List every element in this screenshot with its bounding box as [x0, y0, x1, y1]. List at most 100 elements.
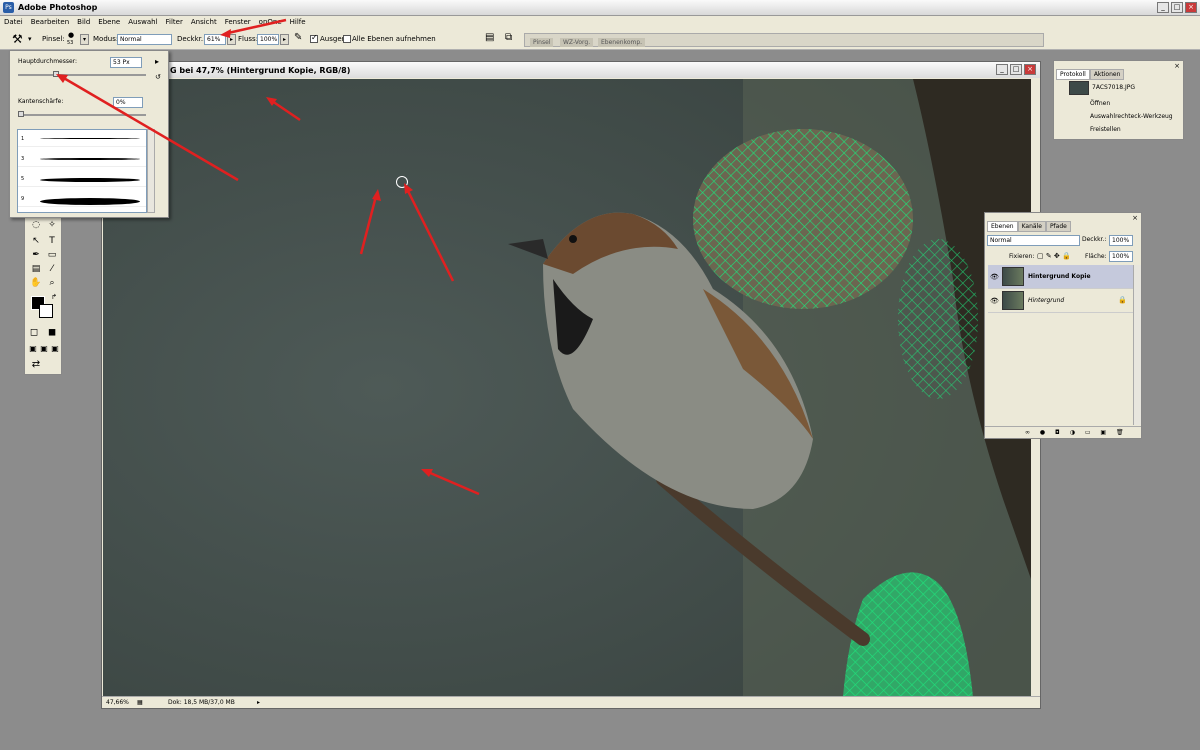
lock-icons[interactable]: ▢ ✎ ✥ 🔒 — [1037, 252, 1071, 260]
reset-size-icon[interactable]: ↺ — [155, 73, 161, 81]
well-tab-pinsel[interactable]: Pinsel — [530, 38, 554, 47]
menu-auswahl[interactable]: Auswahl — [128, 18, 157, 26]
app-title: Adobe Photoshop — [18, 3, 98, 12]
fluss-slider-button[interactable]: ▸ — [280, 34, 289, 45]
standard-mode-icon[interactable]: ◻ — [27, 326, 41, 340]
background-color-swatch[interactable] — [39, 304, 53, 318]
notes-tool-icon[interactable]: ▤ — [29, 262, 43, 276]
eye-icon[interactable]: 👁 — [990, 273, 999, 281]
tab-kanaele[interactable]: Kanäle — [1017, 221, 1046, 232]
path-selection-tool-icon[interactable]: ↖ — [29, 234, 43, 248]
tab-ebenen[interactable]: Ebenen — [987, 221, 1018, 232]
document-titlebar: G bei 47,7% (Hintergrund Kopie, RGB/8) _… — [102, 62, 1040, 78]
history-close-icon[interactable]: × — [1174, 62, 1180, 70]
tool-preset-chevron-icon[interactable]: ▾ — [28, 35, 32, 43]
diameter-slider-track[interactable] — [18, 74, 146, 76]
diameter-slider-knob[interactable] — [53, 71, 60, 77]
brush-preset-row[interactable]: 1 — [18, 132, 146, 147]
hardness-field[interactable]: 0% — [113, 97, 143, 108]
menu-bar: Datei Bearbeiten Bild Ebene Auswahl Filt… — [0, 16, 1200, 28]
layers-panel: Ebenen Kanäle Pfade × Normal Deckkr.: 10… — [984, 212, 1142, 439]
menu-datei[interactable]: Datei — [4, 18, 23, 26]
panel-menu-arrow-icon[interactable]: ▸ — [155, 57, 159, 66]
menu-ansicht[interactable]: Ansicht — [191, 18, 217, 26]
layer-thumbnail — [1002, 291, 1024, 310]
flaeche-field[interactable]: 100% — [1109, 251, 1133, 262]
menu-hilfe[interactable]: Hilfe — [290, 18, 306, 26]
hand-tool-icon[interactable]: ✋ — [29, 276, 43, 290]
blend-mode-select[interactable]: Normal — [987, 235, 1080, 246]
alle-ebenen-checkbox[interactable] — [343, 35, 351, 43]
brush-preset-row[interactable]: 9 — [18, 192, 146, 207]
layers-close-icon[interactable]: × — [1132, 214, 1138, 222]
maximize-button[interactable]: □ — [1171, 2, 1183, 13]
menu-bild[interactable]: Bild — [77, 18, 90, 26]
minimize-button[interactable]: _ — [1157, 2, 1169, 13]
menu-filter[interactable]: Filter — [166, 18, 183, 26]
text-tool-icon[interactable]: T — [45, 234, 59, 248]
tab-aktionen[interactable]: Aktionen — [1089, 69, 1125, 80]
hardness-slider-track[interactable] — [18, 114, 146, 116]
document-title: G bei 47,7% (Hintergrund Kopie, RGB/8) — [170, 66, 351, 75]
fluss-field[interactable]: 100% — [257, 34, 279, 45]
brush-list-scrollbar[interactable] — [147, 129, 155, 213]
eyedropper-tool-icon[interactable]: ⁄ — [45, 262, 59, 276]
status-icon[interactable]: ▦ — [137, 699, 143, 706]
tab-protokoll[interactable]: Protokoll — [1056, 69, 1090, 80]
hardness-slider-knob[interactable] — [18, 111, 24, 117]
quick-mask-icon[interactable]: ◼ — [45, 326, 59, 340]
doc-maximize-button[interactable]: □ — [1010, 64, 1022, 75]
brush-preset-row[interactable]: 3 — [18, 152, 146, 167]
layers-footer-icons[interactable]: ∞ ● ◘ ◑ ▭ ▣ 🗑 — [985, 426, 1141, 438]
menu-bearbeiten[interactable]: Bearbeiten — [31, 18, 69, 26]
magic-wand-tool-icon[interactable]: ✧ — [45, 218, 59, 232]
well-tab-ebenenkomp[interactable]: Ebenenkomp. — [598, 38, 646, 47]
well-tab-wz-vorg[interactable]: WZ-Vorg. — [560, 38, 594, 47]
brush-picker-button[interactable]: ▾ — [80, 34, 89, 45]
rectangle-tool-icon[interactable]: ▭ — [45, 248, 59, 262]
eye-icon[interactable]: 👁 — [990, 297, 999, 305]
menu-onone[interactable]: onOne — [259, 18, 282, 26]
lock-icon: 🔒 — [1118, 296, 1127, 304]
flaeche-label: Fläche: — [1085, 253, 1107, 260]
layers-scrollbar[interactable] — [1133, 265, 1141, 425]
lasso-tool-icon[interactable]: ◌ — [29, 218, 43, 232]
close-button[interactable]: × — [1185, 2, 1197, 13]
status-menu-arrow-icon[interactable]: ▸ — [257, 699, 260, 706]
status-bar: 47,66% ▦ Dok: 18,5 MB/37,0 MB ▸ — [102, 696, 1040, 708]
screen-mode-3-icon[interactable]: ▣ — [48, 342, 62, 356]
ausger-checkbox[interactable] — [310, 33, 318, 43]
clone-stamp-icon[interactable]: ⚒ — [12, 32, 23, 46]
swap-colors-icon[interactable]: ↱ — [47, 290, 61, 304]
imageready-jump-icon[interactable]: ⇄ — [29, 358, 43, 372]
layer-row-hintergrund[interactable]: 👁 Hintergrund 🔒 — [988, 289, 1136, 313]
history-snapshot[interactable]: 7ACS7018.JPG — [1092, 82, 1200, 94]
doc-close-button[interactable]: × — [1024, 64, 1036, 75]
deckkr-slider-button[interactable]: ▸ — [227, 34, 236, 45]
modus-select[interactable]: Normal — [117, 34, 172, 45]
history-item[interactable]: Freistellen — [1090, 124, 1200, 136]
file-browser-icon[interactable]: ▤ — [485, 32, 494, 43]
airbrush-icon[interactable]: ✎ — [294, 32, 302, 43]
hardness-label: Kantenschärfe: — [18, 98, 64, 105]
menu-fenster[interactable]: Fenster — [225, 18, 251, 26]
history-item[interactable]: Auswahlrechteck-Werkzeug — [1090, 111, 1200, 123]
tab-pfade[interactable]: Pfade — [1045, 221, 1071, 232]
history-item[interactable]: Öffnen — [1090, 98, 1200, 110]
menu-ebene[interactable]: Ebene — [98, 18, 120, 26]
diameter-field[interactable]: 53 Px — [110, 57, 142, 68]
brush-preset-row[interactable]: 5 — [18, 172, 146, 187]
brush-preset-panel: Hauptdurchmesser: 53 Px ▸ ↺ Kantenschärf… — [9, 50, 169, 218]
layer-row-hintergrund-kopie[interactable]: 👁 Hintergrund Kopie — [988, 265, 1136, 289]
layer-deckkr-label: Deckkr.: — [1082, 236, 1107, 243]
zoom-tool-icon[interactable]: ⌕ — [45, 276, 59, 290]
deckkr-field[interactable]: 61% — [204, 34, 226, 45]
layer-deckkr-field[interactable]: 100% — [1109, 235, 1133, 246]
zoom-readout[interactable]: 47,66% — [106, 699, 129, 706]
fluss-label: Fluss: — [238, 35, 259, 43]
pen-tool-icon[interactable]: ✒ — [29, 248, 43, 262]
palette-well-icon[interactable]: ⧉ — [505, 32, 512, 43]
brush-preset-list[interactable]: 1 3 5 9 — [17, 129, 147, 213]
image-canvas[interactable] — [103, 79, 1031, 697]
doc-minimize-button[interactable]: _ — [996, 64, 1008, 75]
